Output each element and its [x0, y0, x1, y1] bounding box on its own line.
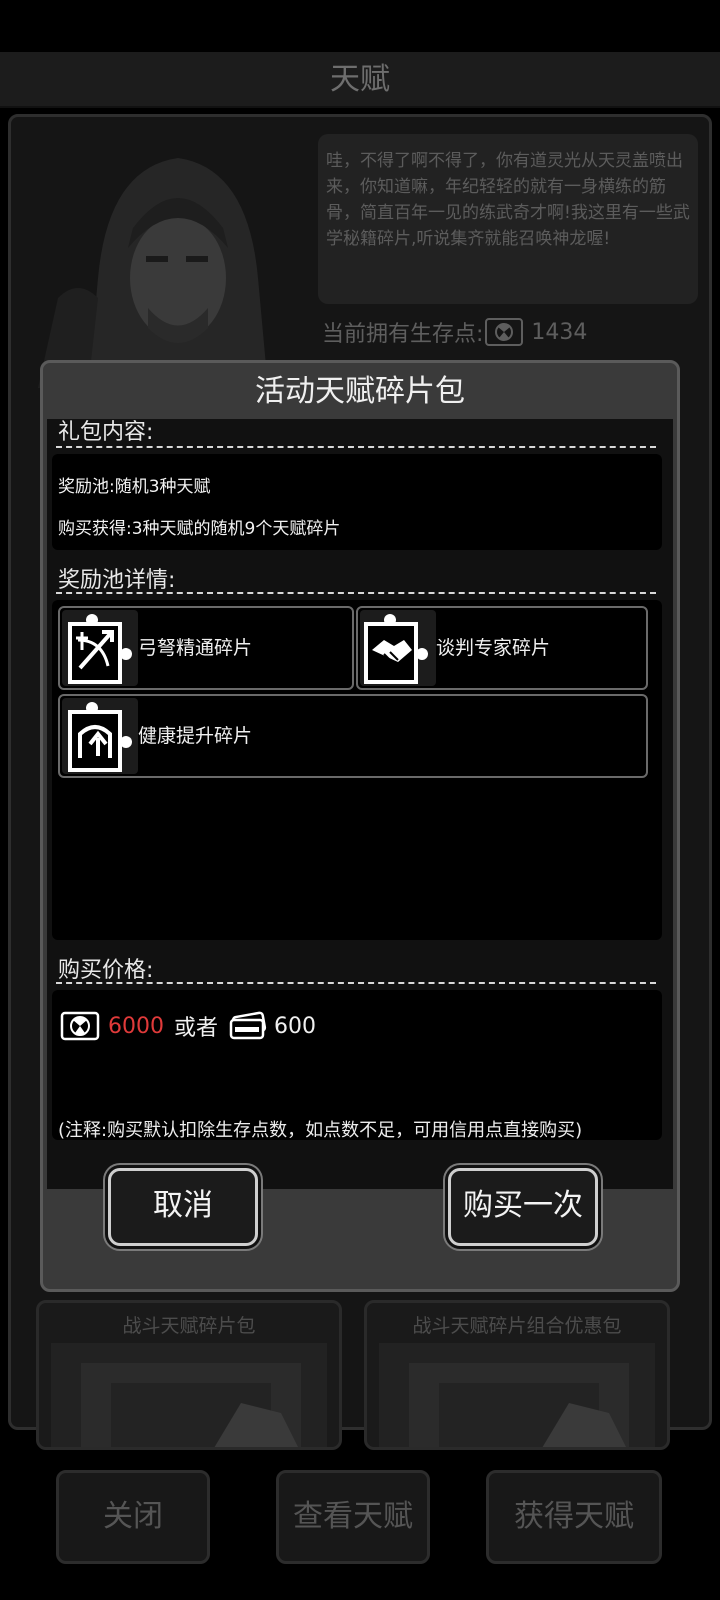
pool-item-label: 健康提升碎片	[138, 725, 253, 747]
pool-item-health[interactable]: 健康提升碎片	[58, 694, 648, 778]
pack-card-art	[51, 1343, 327, 1447]
pack-card-title: 战斗天赋碎片包	[122, 1315, 256, 1337]
buy-once-button[interactable]: 购买一次	[448, 1168, 598, 1246]
dialog-title: 活动天赋碎片包	[255, 374, 465, 409]
reward-summary: 购买获得:3种天赋的随机9个天赋碎片	[58, 519, 341, 539]
pool-item-label: 谈判专家碎片	[436, 637, 551, 659]
pack-card-title: 战斗天赋碎片组合优惠包	[412, 1315, 622, 1337]
purchase-note: (注释:购买默认扣除生存点数，如点数不足，可用信用点直接购买)	[58, 1120, 583, 1141]
divider	[56, 446, 656, 448]
header-bar: 天赋	[0, 52, 720, 108]
npc-portrait	[18, 128, 298, 388]
close-button[interactable]: 关闭	[56, 1470, 210, 1564]
price-survival-points: 6000	[108, 1013, 164, 1039]
price-label: 购买价格:	[58, 958, 154, 983]
npc-dialog-text: 哇，不得了啊不得了，你有道灵光从天灵盖喷出来，你知道嘛，年纪轻轻的就有一身横练的…	[326, 151, 690, 249]
pack-card-combo[interactable]: 战斗天赋碎片组合优惠包	[364, 1300, 670, 1450]
cancel-button[interactable]: 取消	[108, 1168, 258, 1246]
radiation-icon	[485, 318, 524, 346]
survival-points-label: 当前拥有生存点:	[322, 322, 484, 347]
crossbow-icon	[62, 610, 138, 686]
price-or-text: 或者	[174, 1016, 219, 1041]
divider	[56, 592, 656, 594]
pool-item-label: 弓弩精通碎片	[138, 637, 253, 659]
pack-card-battle[interactable]: 战斗天赋碎片包	[36, 1300, 342, 1450]
price-credit-points: 600	[274, 1013, 317, 1039]
page-title: 天赋	[330, 62, 390, 97]
obtain-talent-button[interactable]: 获得天赋	[486, 1470, 662, 1564]
divider	[56, 982, 656, 984]
health-up-icon	[62, 698, 138, 774]
handshake-icon	[360, 610, 436, 686]
npc-dialog: 哇，不得了啊不得了，你有道灵光从天灵盖喷出来，你知道嘛，年纪轻轻的就有一身横练的…	[318, 134, 698, 304]
credit-card-icon	[228, 1011, 268, 1041]
pool-detail-label: 奖励池详情:	[58, 568, 176, 593]
pack-card-art	[379, 1343, 655, 1447]
pool-summary: 奖励池:随机3种天赋	[58, 477, 211, 497]
radiation-icon	[60, 1011, 100, 1041]
pool-item-crossbow[interactable]: 弓弩精通碎片	[58, 606, 354, 690]
view-talent-button[interactable]: 查看天赋	[276, 1470, 430, 1564]
contents-label: 礼包内容:	[58, 420, 154, 445]
survival-points-value: 1434	[531, 319, 588, 345]
pool-item-negotiation[interactable]: 谈判专家碎片	[356, 606, 648, 690]
price-row: 6000 或者 600	[60, 1010, 316, 1042]
survival-points: 当前拥有生存点: 1434	[322, 316, 587, 348]
